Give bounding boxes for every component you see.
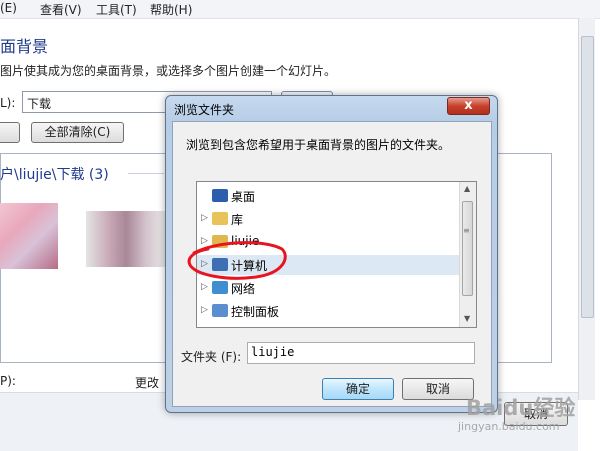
expand-arrow-icon[interactable]: ▷ (201, 305, 208, 315)
picture-position-label: P): (0, 374, 16, 388)
tree-item-label: 回收站 (231, 326, 267, 327)
gallery-group-path: 户\liujie\下载 (3) (0, 167, 109, 183)
location-label: L): (0, 96, 16, 110)
expand-arrow-icon[interactable]: ▷ (201, 282, 208, 292)
ok-button[interactable]: 确定 (322, 378, 394, 400)
group-divider (128, 173, 164, 174)
dialog-title: 浏览文件夹 (174, 103, 235, 117)
control-panel-icon (212, 304, 228, 317)
scrollbar-thumb[interactable] (462, 201, 473, 296)
watermark-logo: Baidu经验 (466, 396, 576, 420)
window-scrollbar[interactable] (578, 18, 595, 400)
menu-help[interactable]: 帮助(H) (150, 1, 192, 18)
tree-item-label: 网络 (231, 282, 256, 296)
tree-item-label: 桌面 (231, 190, 256, 204)
tree-item[interactable]: ▷ 控制面板 (197, 301, 459, 321)
wallpaper-thumbnail[interactable] (86, 211, 166, 267)
clear-all-button[interactable]: 全部清除(C) (31, 122, 124, 143)
scroll-up-icon[interactable]: ▲ (464, 184, 470, 193)
annotation-circle (187, 241, 287, 280)
cancel-button[interactable]: 取消 (402, 378, 474, 400)
tree-item[interactable]: ▷ 库 (197, 209, 459, 229)
network-icon (212, 281, 228, 294)
change-interval-label: 更改 (135, 376, 160, 390)
library-icon (212, 212, 228, 225)
page-title: 面背景 (0, 37, 49, 56)
recycle-bin-icon (212, 327, 228, 328)
tree-item[interactable]: 回收站 (197, 324, 459, 328)
tree-item-label: 控制面板 (231, 305, 280, 319)
tree-item[interactable]: 桌面 (197, 186, 459, 206)
grip-icon: ≡ (463, 226, 470, 235)
picture-location-value: 下载 (27, 97, 52, 111)
close-button[interactable]: x (447, 97, 490, 115)
scrollbar-thumb[interactable] (581, 36, 594, 318)
wallpaper-thumbnail[interactable] (0, 203, 58, 269)
expand-arrow-icon[interactable]: ▷ (201, 213, 208, 223)
page-subtitle: 图片使其成为您的桌面背景，或选择多个图片创建一个幻灯片。 (0, 64, 337, 78)
folder-label: 文件夹 (F): (181, 350, 242, 364)
select-all-button[interactable] (0, 122, 20, 143)
menu-tools[interactable]: 工具(T) (96, 1, 137, 18)
folder-field[interactable] (247, 342, 475, 364)
folder-input[interactable] (248, 343, 471, 361)
tree-item-label: 库 (231, 213, 244, 227)
scroll-down-icon[interactable]: ▼ (464, 314, 470, 323)
menu-edit[interactable]: (E) (0, 1, 17, 15)
menu-bar: (E) 查看(V) 工具(T) 帮助(H) (0, 0, 600, 19)
close-icon: x (464, 98, 473, 113)
annotation-stroke (187, 241, 287, 280)
tree-scrollbar[interactable]: ▲ ≡ ▼ (459, 182, 476, 327)
tree-item[interactable]: ▷ 网络 (197, 278, 459, 298)
dialog-instruction: 浏览到包含您希望用于桌面背景的图片的文件夹。 (186, 138, 451, 152)
watermark-url: jingyan.baidu.com (458, 420, 560, 433)
menu-view[interactable]: 查看(V) (40, 1, 82, 18)
desktop-icon (212, 189, 228, 202)
